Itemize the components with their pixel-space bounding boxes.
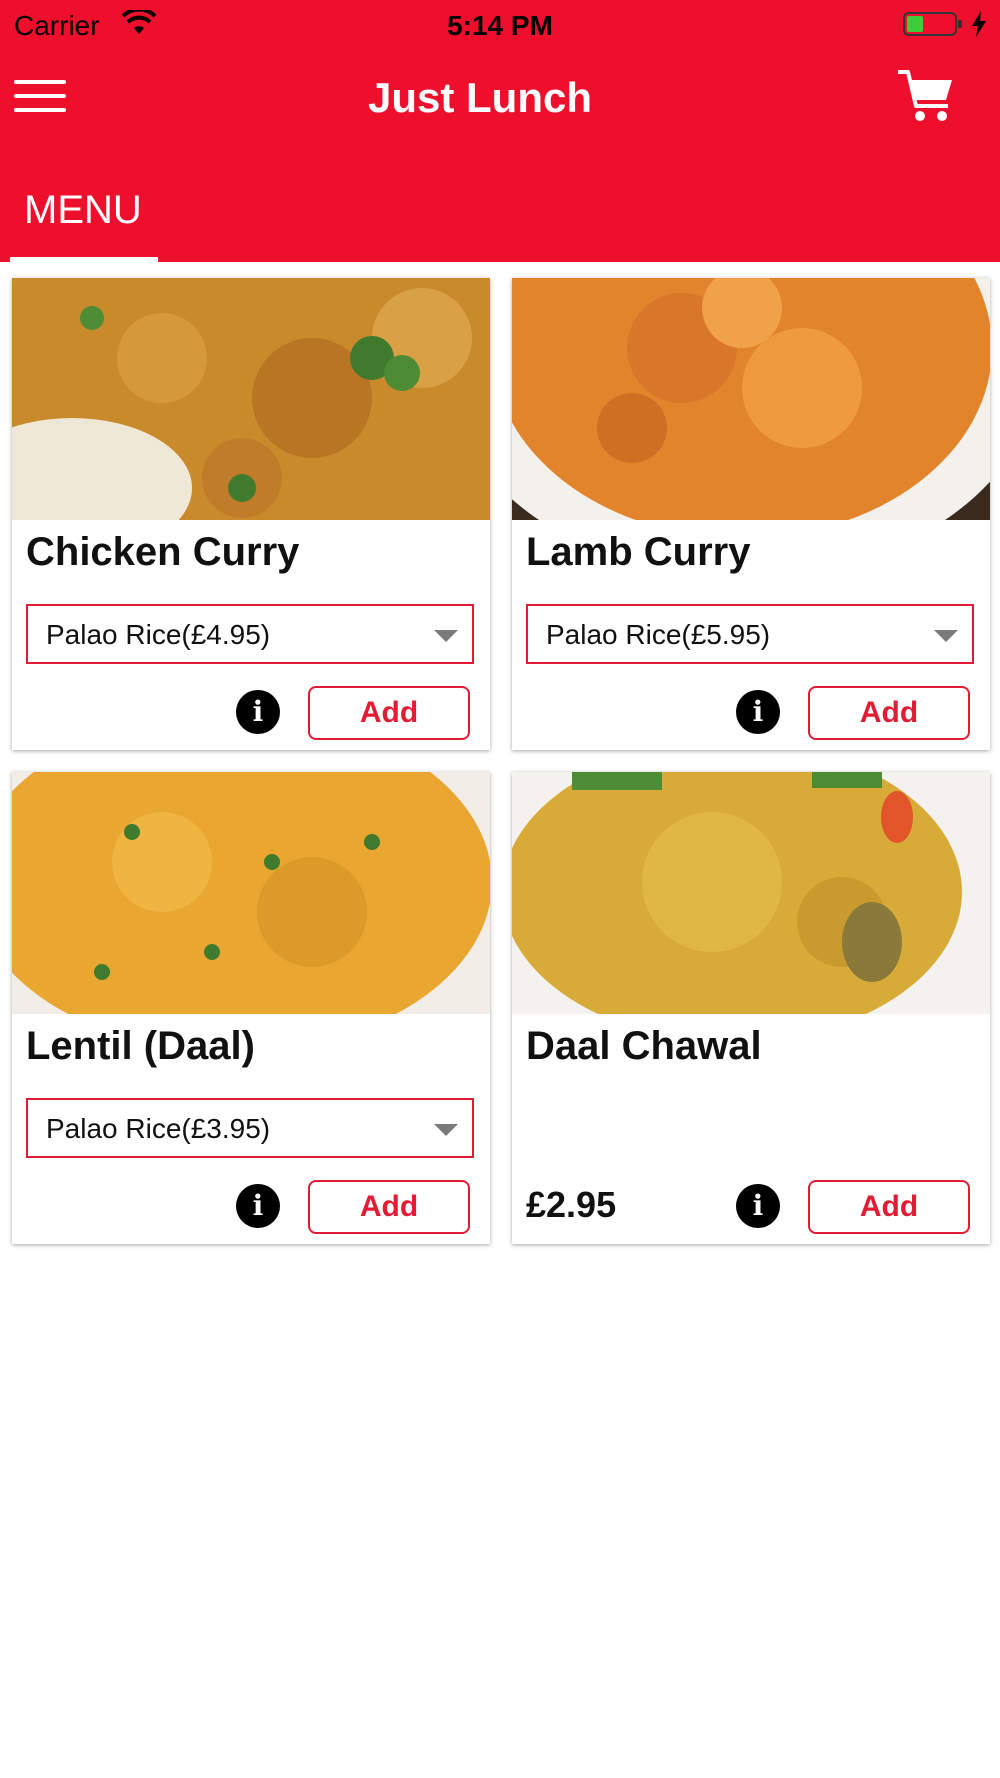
add-button[interactable]: Add [808,1180,970,1234]
add-button[interactable]: Add [808,686,970,740]
item-price: £2.95 [526,1184,617,1225]
nav-bar: Just Lunch [0,60,1000,130]
add-button[interactable]: Add [308,686,470,740]
info-icon[interactable]: i [236,1184,280,1228]
chicken-curry-image [12,278,490,520]
lentil-daal-image [12,772,490,1014]
info-icon[interactable]: i [736,1184,780,1228]
selected-option: Palao Rice(£5.95) [546,619,771,650]
selected-option: Palao Rice(£3.95) [46,1113,271,1144]
add-button[interactable]: Add [308,1180,470,1234]
item-name: Daal Chawal [526,1024,762,1068]
chevron-down-icon [934,630,958,642]
menu-item-card: Daal Chawal £2.95 i Add [512,772,990,1244]
app-header: Carrier 5:14 PM Just Lunch MENU [0,0,1000,262]
info-icon[interactable]: i [236,690,280,734]
rice-option-select[interactable]: Palao Rice(£4.95) [26,604,474,664]
rice-option-select[interactable]: Palao Rice(£5.95) [526,604,974,664]
clock-label: 5:14 PM [447,10,553,41]
charging-bolt-icon [972,11,986,37]
tab-active-indicator [10,257,158,262]
battery-icon [903,12,962,36]
item-name: Lentil (Daal) [26,1024,255,1068]
menu-item-card: Lentil (Daal) Palao Rice(£3.95) i Add [12,772,490,1244]
menu-item-card: Lamb Curry Palao Rice(£5.95) i Add [512,278,990,750]
tab-menu-label: MENU [24,188,142,232]
selected-option: Palao Rice(£4.95) [46,619,271,650]
info-icon[interactable]: i [736,690,780,734]
cart-icon[interactable] [896,66,956,126]
rice-option-select[interactable]: Palao Rice(£3.95) [26,1098,474,1158]
chevron-down-icon [434,630,458,642]
item-name: Lamb Curry [526,530,751,574]
page-title: Just Lunch [367,74,592,121]
item-name: Chicken Curry [26,530,300,574]
lamb-curry-image [512,278,990,520]
tab-menu[interactable]: MENU [10,180,158,262]
menu-item-card: Chicken Curry Palao Rice(£4.95) i Add [12,278,490,750]
status-bar: Carrier 5:14 PM [0,0,1000,50]
daal-chawal-image [512,772,990,1014]
chevron-down-icon [434,1124,458,1136]
